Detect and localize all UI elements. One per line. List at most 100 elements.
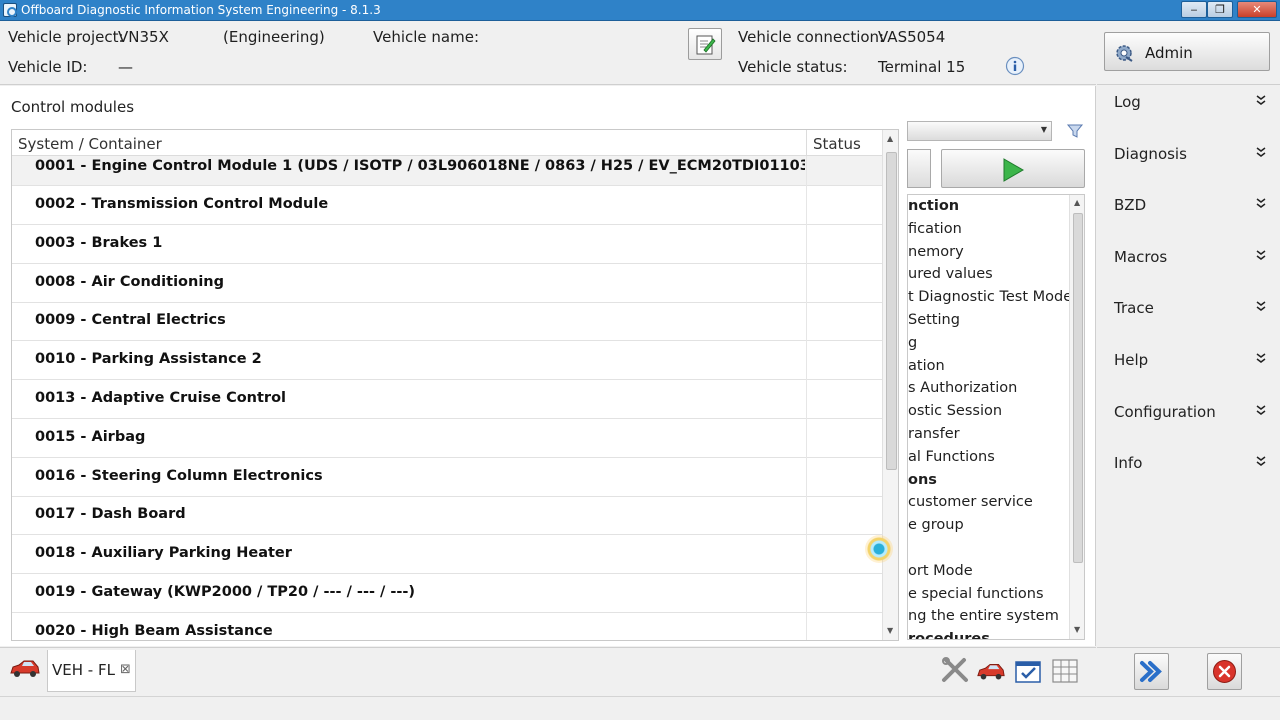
status-cell [806, 186, 807, 225]
function-list-item[interactable]: ransfer [908, 423, 1068, 446]
function-list-item[interactable]: e group [908, 514, 1068, 537]
run-button[interactable] [941, 149, 1085, 188]
status-cell [806, 418, 807, 458]
table-row[interactable]: 0019 - Gateway (KWP2000 / TP20 / --- / -… [12, 574, 882, 613]
menu-item-diagnosis[interactable]: Diagnosis [1103, 140, 1273, 168]
function-list-item[interactable]: ured values [908, 263, 1068, 286]
maximize-button[interactable]: ❐ [1207, 1, 1233, 18]
forward-icon [1140, 661, 1162, 682]
chevron-down-icon [1256, 404, 1266, 416]
column-header-system[interactable]: System / Container [18, 135, 162, 153]
function-list-scrollbar[interactable]: ▲ ▼ [1069, 195, 1084, 639]
admin-button[interactable]: Admin [1104, 32, 1270, 71]
scrollbar-thumb[interactable] [1073, 213, 1083, 563]
menu-item-configuration[interactable]: Configuration [1103, 398, 1273, 426]
menu-item-label: Help [1114, 351, 1149, 369]
control-module-name: 0016 - Steering Column Electronics [35, 467, 323, 484]
checklist-icon[interactable] [1013, 656, 1043, 686]
table-row[interactable]: 0001 - Engine Control Module 1 (UDS / IS… [12, 156, 882, 191]
scroll-down-icon[interactable]: ▼ [887, 626, 893, 635]
control-module-name: 0018 - Auxiliary Parking Heater [35, 545, 292, 562]
function-filter-dropdown[interactable] [907, 121, 1052, 141]
menu-item-bzd[interactable]: BZD [1103, 191, 1273, 219]
table-row[interactable]: 0016 - Steering Column Electronics [12, 457, 882, 497]
scroll-down-icon[interactable]: ▼ [1074, 625, 1080, 634]
table-row[interactable]: 0018 - Auxiliary Parking Heater [12, 535, 882, 575]
function-list-item[interactable]: t Diagnostic Test Mode [908, 286, 1072, 309]
menu-item-label: Log [1114, 93, 1141, 111]
chevron-down-icon [1256, 249, 1266, 261]
status-cell [806, 341, 807, 381]
function-list-item[interactable]: al Functions [908, 446, 1068, 469]
chevron-down-icon [1256, 352, 1266, 364]
vehicle-connection-label: Vehicle connection: [738, 28, 885, 46]
table-row[interactable]: 0009 - Central Electrics [12, 302, 882, 342]
function-list-item[interactable]: nction [908, 195, 1068, 218]
vehicle-project-label: Vehicle project: [8, 28, 124, 46]
control-module-name: 0002 - Transmission Control Module [35, 196, 329, 212]
status-cell [806, 496, 807, 536]
divider [1097, 84, 1280, 85]
control-module-name: 0013 - Adaptive Cruise Control [35, 390, 287, 406]
minimize-button[interactable]: ‒ [1181, 1, 1207, 18]
function-list-item[interactable]: e special functions [908, 583, 1068, 606]
status-cell [806, 612, 807, 640]
function-list-item[interactable]: ation [908, 355, 1068, 378]
function-list-item[interactable]: customer service [908, 491, 1068, 514]
menu-item-trace[interactable]: Trace [1103, 294, 1273, 322]
grid-icon[interactable] [1050, 656, 1080, 686]
next-button[interactable] [1134, 653, 1169, 690]
tab-close-icon[interactable]: ⊠ [120, 662, 131, 677]
function-list-item[interactable]: ort Mode [908, 560, 1068, 583]
menu-item-info[interactable]: Info [1103, 449, 1273, 477]
menu-item-help[interactable]: Help [1103, 346, 1273, 374]
function-list-item[interactable]: ostic Session [908, 400, 1068, 423]
vehicle-car-icon[interactable] [9, 658, 41, 680]
table-row[interactable]: 0008 - Air Conditioning [12, 263, 882, 303]
function-list-item[interactable]: s Authorization [908, 377, 1068, 400]
tools-icon[interactable] [940, 656, 970, 686]
function-list: nction fication nemory ured values t Diagnos… [907, 194, 1085, 640]
vehicle-project-value: VN35X [118, 28, 169, 46]
scroll-up-icon[interactable]: ▲ [1074, 198, 1080, 207]
function-list-item[interactable]: ng the entire system [908, 605, 1068, 628]
scrollbar-thumb[interactable] [886, 152, 897, 470]
table-row[interactable]: 0020 - High Beam Assistance [12, 612, 882, 640]
table-scrollbar[interactable]: ▲ ▼ [882, 130, 898, 640]
table-row[interactable]: 0013 - Adaptive Cruise Control [12, 380, 882, 419]
exit-icon [1213, 660, 1236, 683]
menu-item-macros[interactable]: Macros [1103, 243, 1273, 271]
control-module-name: 0017 - Dash Board [35, 506, 186, 523]
app-icon [3, 3, 17, 17]
table-row[interactable]: 0017 - Dash Board [12, 496, 882, 536]
table-row[interactable]: 0015 - Airbag [12, 418, 882, 458]
function-list-item[interactable]: rocedures [908, 628, 1068, 639]
exit-button[interactable] [1207, 653, 1242, 690]
filter-icon[interactable] [1066, 122, 1084, 140]
chevron-down-icon [1256, 94, 1266, 106]
column-header-status[interactable]: Status [813, 135, 861, 153]
edit-vehicle-button[interactable] [688, 28, 722, 60]
table-row[interactable]: 0010 - Parking Assistance 2 [12, 341, 882, 381]
function-list-item[interactable]: g [908, 332, 1068, 355]
vehicle-header: Vehicle project: VN35X (Engineering) Veh… [0, 21, 1096, 85]
menu-item-log[interactable]: Log [1103, 88, 1273, 116]
cursor-highlight-icon [865, 535, 893, 563]
close-button[interactable]: ✕ [1237, 1, 1277, 18]
main-panel: Control modules nctionficationnemoryured… [0, 86, 1096, 646]
function-option-button[interactable] [907, 149, 931, 188]
table-row[interactable]: 0003 - Brakes 1 [12, 224, 882, 264]
chevron-down-icon [1256, 146, 1266, 158]
function-list-item[interactable] [908, 537, 1068, 560]
vehicle-tab[interactable]: VEH - FL ⊠ [47, 650, 136, 692]
vehicle-diagnosis-icon[interactable] [976, 656, 1006, 686]
scroll-up-icon[interactable]: ▲ [887, 134, 893, 143]
info-icon[interactable] [1005, 56, 1025, 76]
function-list-item[interactable]: nemory [908, 241, 1068, 264]
function-list-item[interactable]: Setting [908, 309, 1068, 332]
control-module-name: 0020 - High Beam Assistance [35, 622, 273, 639]
function-list-item[interactable]: ons [908, 469, 1068, 492]
right-menu-panel: Admin Log Diagnosis BZD Macros Trace Help Conf… [1097, 21, 1280, 697]
function-list-item[interactable]: fication [908, 218, 1068, 241]
table-row[interactable]: 0002 - Transmission Control Module [12, 186, 882, 225]
